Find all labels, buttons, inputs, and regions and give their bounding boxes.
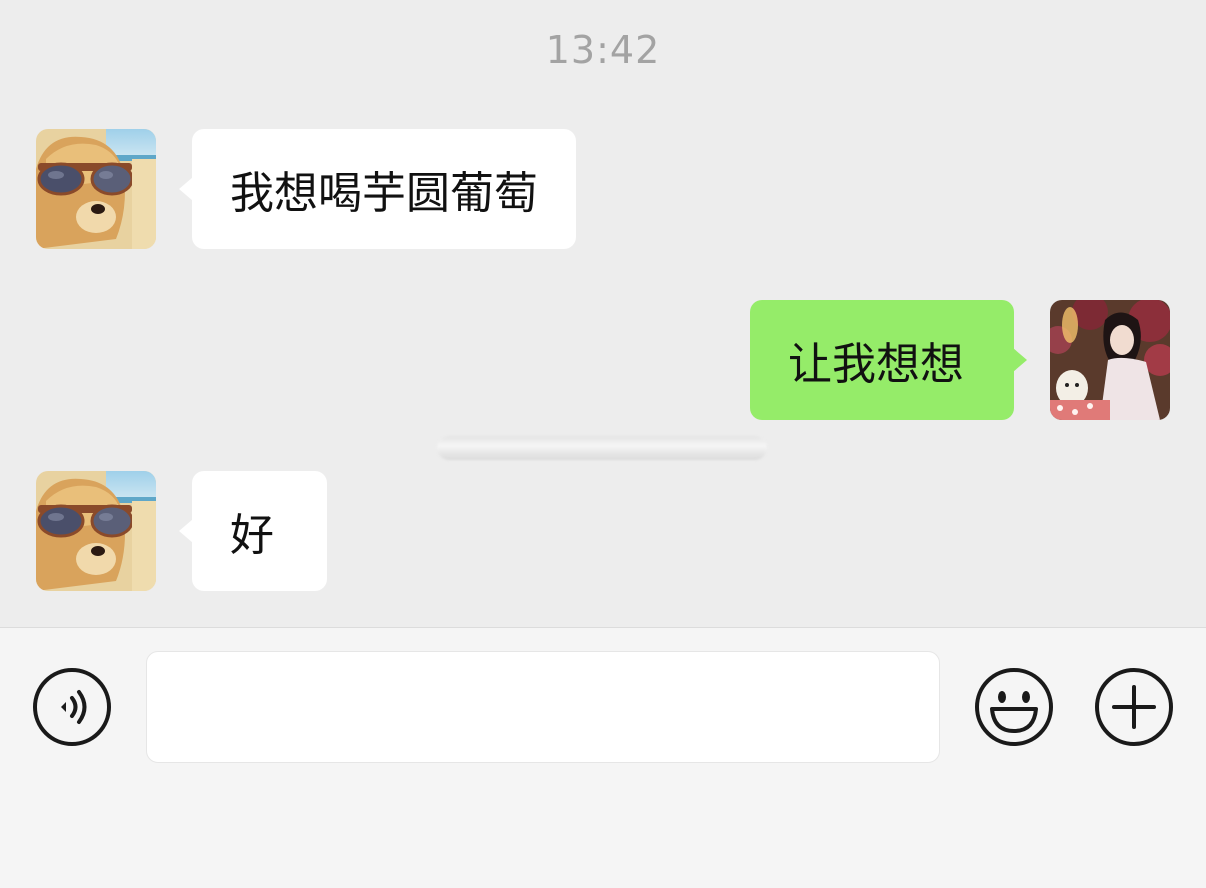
dog-sunglasses-avatar[interactable] xyxy=(36,129,156,249)
incoming-message-bubble[interactable]: 好 xyxy=(179,471,327,591)
plus-icon[interactable] xyxy=(1094,667,1174,747)
chat-area: 13:42 我想喝芋圆葡萄 让我想想 好 xyxy=(0,0,1206,627)
emoji-icon[interactable] xyxy=(974,667,1054,747)
input-bar xyxy=(0,627,1206,888)
message-input[interactable] xyxy=(146,651,940,763)
message-timestamp: 13:42 xyxy=(545,28,661,72)
incoming-message-bubble[interactable]: 我想喝芋圆葡萄 xyxy=(179,129,576,249)
message-text: 我想喝芋圆葡萄 xyxy=(230,168,538,219)
message-text: 好 xyxy=(230,510,274,561)
woman-photo-avatar[interactable] xyxy=(1050,300,1170,420)
message-text: 让我想想 xyxy=(788,339,964,390)
outgoing-message-bubble[interactable]: 让我想想 xyxy=(750,300,1027,420)
voice-icon[interactable] xyxy=(32,667,112,747)
blurred-content-bar xyxy=(437,436,767,460)
dog-sunglasses-avatar[interactable] xyxy=(36,471,156,591)
